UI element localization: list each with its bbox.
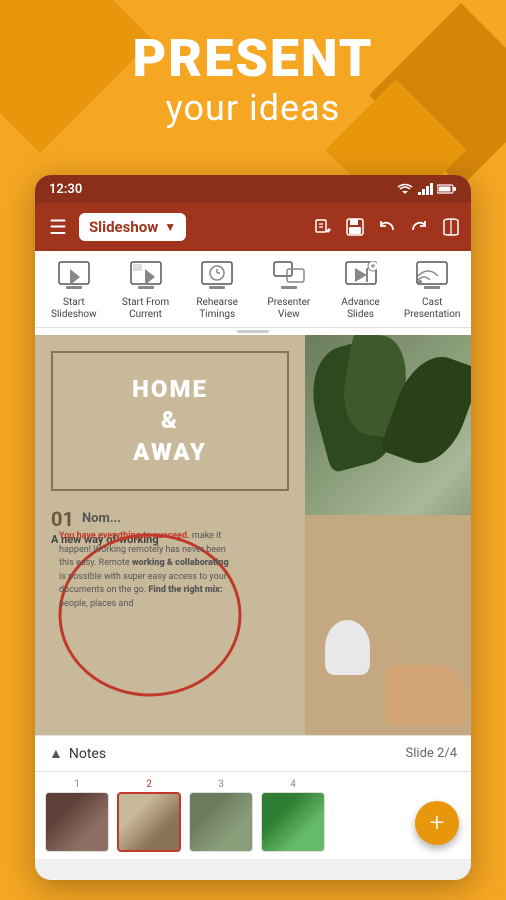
rehearse-timings-label: RehearseTimings [196,297,238,321]
thumb-img-2 [117,792,181,852]
advance-slides-label: AdvanceSlides [341,297,379,321]
scroll-indicator [35,328,471,335]
rehearse-icon-box [199,259,235,295]
hero-subtitle: your ideas [0,87,506,129]
main-toolbar: ☰ Slideshow ▼ [35,203,471,251]
thumbnail-4[interactable]: 4 [261,779,325,852]
plant-photo [305,335,471,735]
notes-left: ▲ Notes [49,745,106,762]
notes-bar[interactable]: ▲ Notes Slide 2/4 [35,735,471,771]
thumbnail-1[interactable]: 1 [45,779,109,852]
thumb-num-1: 1 [74,779,80,790]
cast-icon-box [414,259,450,295]
undo-icon[interactable] [377,217,397,237]
bold-working: working & collaborating [132,558,229,568]
presenter-view-icon-box [271,259,307,295]
signal-icon [417,182,433,196]
slide-left-panel: HOME&AWAY 01 Nom... A new way of working… [35,335,305,735]
hands [386,665,466,725]
slide-count-label: Slide 2/4 [406,746,457,761]
battery-icon [437,183,457,195]
start-from-current-button[interactable]: Start FromCurrent [111,259,181,321]
start-current-icon [130,261,162,293]
start-from-current-icon-box [128,259,164,295]
hamburger-button[interactable]: ☰ [45,211,71,243]
toolbar-icons [313,217,461,237]
highlight-text: You have everything to succeed. [59,531,190,541]
wifi-icon [397,182,413,196]
slide-area: HOME&AWAY 01 Nom... A new way of working… [35,335,471,735]
thumbnail-3[interactable]: 3 [189,779,253,852]
notes-chevron-icon: ▲ [49,745,63,762]
slideshow-dropdown-label: Slideshow [89,218,158,236]
cast-presentation-label: CastPresentation [404,297,461,321]
chevron-down-icon: ▼ [164,220,176,234]
hero-present-label: PRESENT [0,30,506,87]
thumbnail-strip: 1 2 3 4 + [35,771,471,859]
presenter-view-label: PresenterView [267,297,310,321]
fab-add-button[interactable]: + [415,801,459,845]
start-slideshow-button[interactable]: StartSlideshow [39,259,109,321]
advance-icon [345,261,377,293]
notes-label: Notes [69,746,106,762]
thumbnail-2[interactable]: 2 [117,779,181,852]
save-icon[interactable] [345,217,365,237]
thumb-img-4 [261,792,325,852]
fab-plus-icon: + [430,808,445,838]
scroll-dot [237,330,269,333]
edit-icon[interactable] [313,217,333,237]
presenter-icon [273,261,305,293]
thumb-img-1 [45,792,109,852]
slide-body-text: You have everything to succeed. make it … [59,530,231,611]
advance-slides-button[interactable]: AdvanceSlides [326,259,396,321]
play-icon [58,261,90,293]
start-slideshow-icon-box [56,259,92,295]
thumb-num-3: 3 [218,779,224,790]
slide-title-text: HOME&AWAY [132,374,208,468]
circle-annotation: You have everything to succeed. make it … [45,520,245,705]
timer-icon [201,261,233,293]
thumb-num-4: 4 [290,779,296,790]
status-bar: 12:30 [35,175,471,203]
phone-frame: 12:30 ☰ Slid [35,175,471,880]
status-icons [397,182,457,196]
status-time: 12:30 [49,182,82,197]
cast-icon [416,261,448,293]
thumb-num-2: 2 [146,779,152,790]
bold-find: Find the right mix: [148,585,222,595]
book-icon[interactable] [441,217,461,237]
slideshow-dropdown[interactable]: Slideshow ▼ [79,213,186,241]
cast-presentation-button[interactable]: CastPresentation [397,259,467,321]
hero-section: PRESENT your ideas [0,30,506,129]
redo-icon[interactable] [409,217,429,237]
start-slideshow-label: StartSlideshow [51,297,97,321]
advance-slides-icon-box [343,259,379,295]
start-from-current-label: Start FromCurrent [122,297,169,321]
slide-title-box: HOME&AWAY [51,351,289,491]
presenter-view-button[interactable]: PresenterView [254,259,324,321]
rehearse-timings-button[interactable]: RehearseTimings [182,259,252,321]
slide-right-panel [305,335,471,735]
white-object [325,620,370,675]
thumb-img-3 [189,792,253,852]
slideshow-toolbar: StartSlideshow Start FromCurrent [35,251,471,328]
